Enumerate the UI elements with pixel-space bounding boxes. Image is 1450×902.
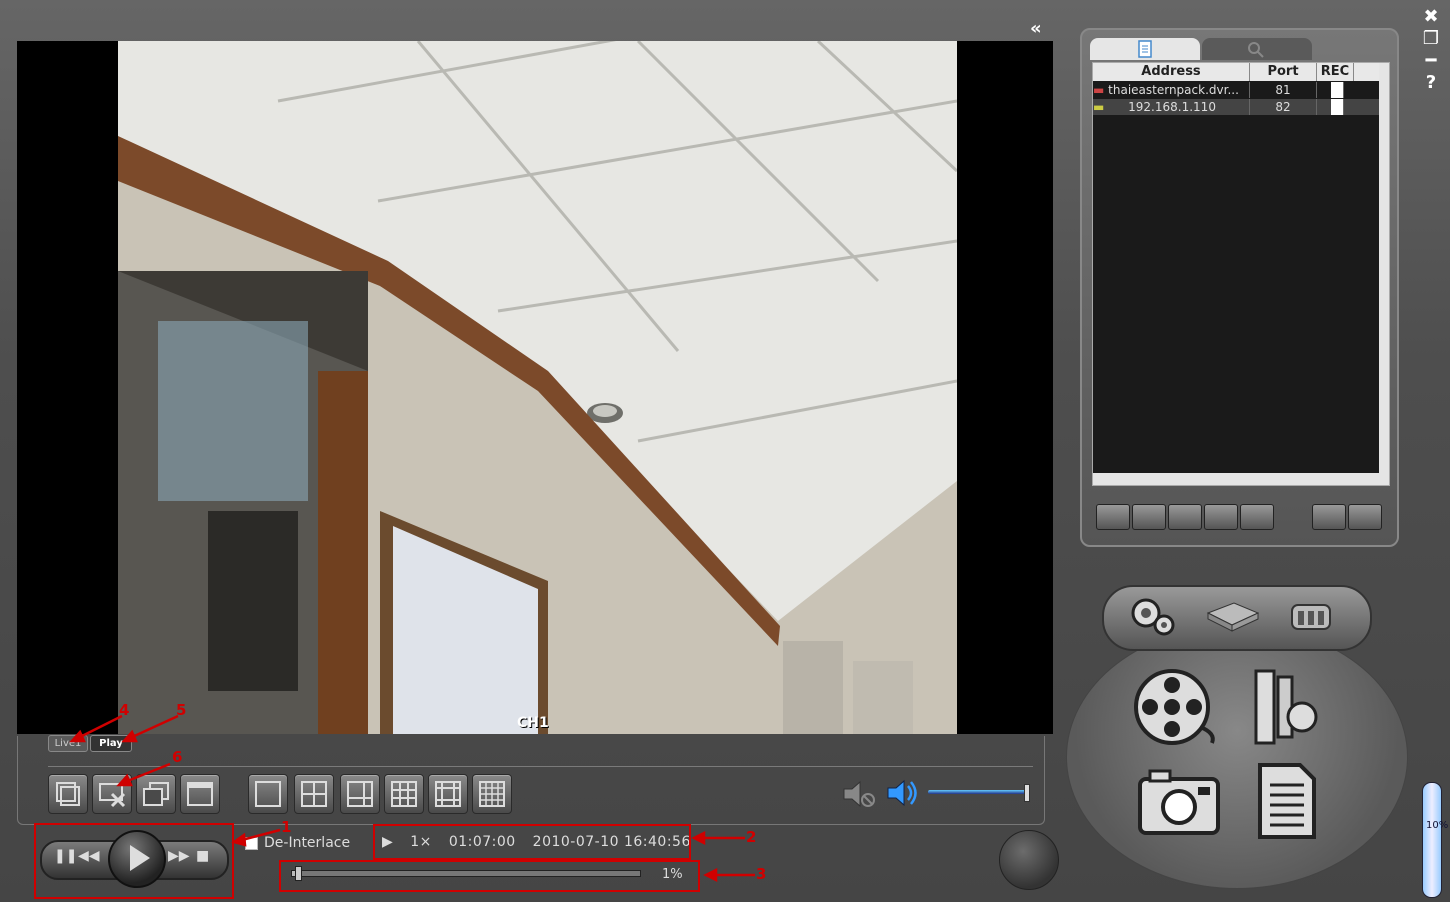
- network-icon[interactable]: [1282, 595, 1340, 637]
- dvr-device-icon[interactable]: [1204, 599, 1260, 633]
- dvr-icon: ▬: [1093, 83, 1109, 97]
- add-device-button[interactable]: [1096, 504, 1130, 530]
- help-icon[interactable]: ?: [1417, 72, 1445, 94]
- disconnect-device-button[interactable]: [1348, 504, 1382, 530]
- window-controls: ✖ ❐ ━ ?: [1417, 6, 1445, 116]
- nav-dial: [1066, 625, 1408, 889]
- annotation-6: 6: [172, 748, 183, 766]
- mute-speaker-icon[interactable]: [840, 778, 876, 810]
- device-port: 82: [1250, 99, 1317, 115]
- volume-knob[interactable]: [1024, 784, 1030, 802]
- dvr-client-window: ✖ ❐ ━ ? « CH1 Live1 Play ❚❚ ◀◀ ▶▶ ■ De-I…: [0, 0, 1450, 902]
- speaker-icon[interactable]: [884, 776, 920, 810]
- dvr-icon: ▬: [1093, 100, 1109, 114]
- device-row[interactable]: ▬ 192.168.1.110 82: [1093, 99, 1379, 115]
- annotation-arrows: [69, 714, 755, 883]
- device-port: 81: [1250, 82, 1317, 98]
- zoom-slider[interactable]: [1422, 782, 1442, 898]
- column-rec[interactable]: REC: [1317, 63, 1354, 81]
- connect-device-button[interactable]: [1312, 504, 1346, 530]
- tools-icon[interactable]: [1252, 667, 1322, 747]
- annotation-1: 1: [281, 818, 292, 836]
- device-list-header: Address Port REC: [1093, 63, 1379, 81]
- device-panel-tabs: [1090, 38, 1312, 60]
- annotation-3: 3: [756, 865, 767, 883]
- restore-icon[interactable]: ❐: [1417, 28, 1445, 50]
- device-row[interactable]: ▬ thaieasternpack.dvr... 81: [1093, 82, 1379, 98]
- close-icon[interactable]: ✖: [1417, 6, 1445, 28]
- annotation-4: 4: [119, 701, 130, 719]
- settings-gears-icon[interactable]: [1126, 593, 1180, 639]
- minimize-icon[interactable]: ━: [1417, 50, 1445, 72]
- snapshot-camera-icon[interactable]: [1136, 767, 1222, 837]
- document-icon: [1138, 40, 1152, 58]
- log-document-icon[interactable]: [1256, 761, 1320, 841]
- vertical-scrollbar[interactable]: [1379, 63, 1389, 485]
- column-address[interactable]: Address: [1093, 63, 1250, 81]
- brand-logo: [999, 830, 1059, 890]
- delete-device-button[interactable]: [1240, 504, 1274, 530]
- device-grid-button[interactable]: [1168, 504, 1202, 530]
- device-address: ▬ 192.168.1.110: [1093, 99, 1250, 115]
- main-navigation: [1066, 585, 1408, 889]
- annotation-5: 5: [176, 701, 187, 719]
- horizontal-scrollbar[interactable]: [1093, 473, 1379, 485]
- playback-reel-icon[interactable]: [1130, 667, 1222, 747]
- device-address: ▬ thaieasternpack.dvr...: [1093, 82, 1250, 98]
- edit-device-button[interactable]: [1132, 504, 1166, 530]
- rec-checkbox[interactable]: [1331, 99, 1344, 115]
- annotation-2: 2: [746, 828, 757, 846]
- column-port[interactable]: Port: [1250, 63, 1317, 81]
- rec-checkbox[interactable]: [1331, 82, 1344, 98]
- device-import-button[interactable]: [1204, 504, 1238, 530]
- device-list: Address Port REC ▬ thaieasternpack.dvr..…: [1092, 62, 1390, 486]
- zoom-level: 10%: [1426, 820, 1448, 831]
- collapse-panel-icon[interactable]: «: [1030, 18, 1042, 39]
- search-icon: [1248, 42, 1264, 58]
- volume-slider[interactable]: [928, 784, 1030, 802]
- tab-device-list[interactable]: [1090, 38, 1200, 60]
- tab-search[interactable]: [1202, 38, 1312, 60]
- device-panel: Address Port REC ▬ thaieasternpack.dvr..…: [1080, 28, 1399, 547]
